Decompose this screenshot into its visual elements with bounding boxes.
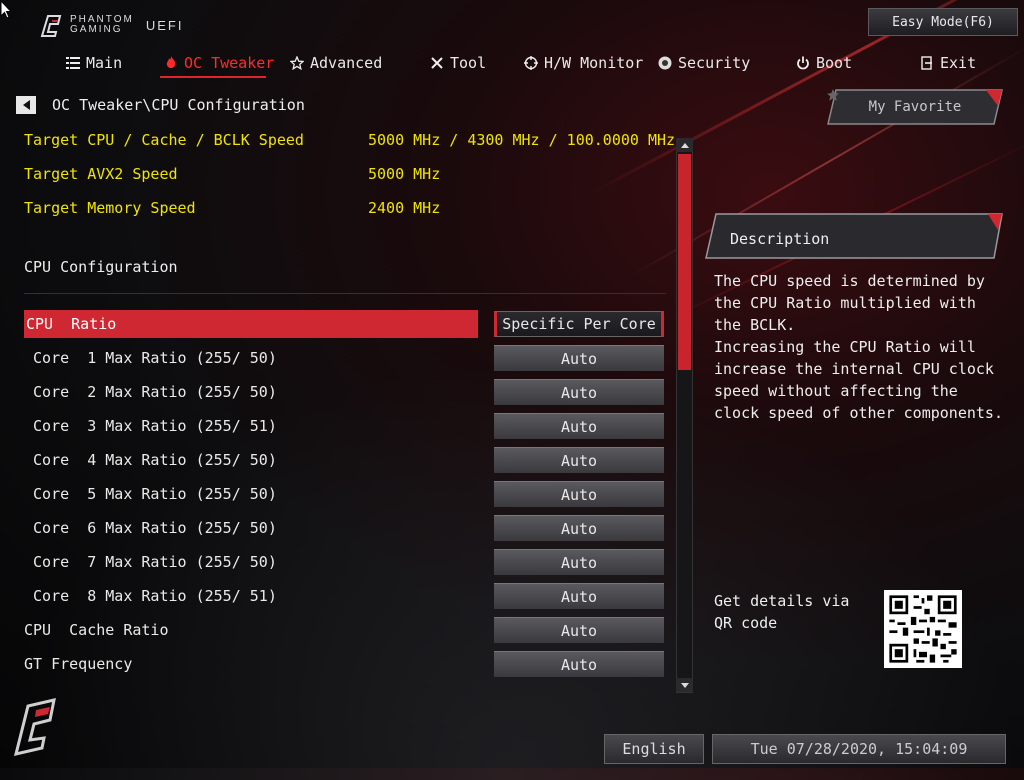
tab-security[interactable]: Security [658, 48, 750, 78]
description-title: Description [730, 230, 830, 248]
info-label: Target CPU / Cache / BCLK Speed [24, 131, 304, 149]
setting-value-dropdown[interactable]: Specific Per Core [494, 311, 664, 337]
setting-cpu-cache-ratio[interactable]: CPU Cache Ratio Auto [24, 616, 664, 644]
datetime-display: Tue 07/28/2020, 15:04:09 [712, 734, 1006, 764]
setting-value-dropdown[interactable]: Auto [494, 617, 664, 643]
exit-icon [921, 56, 932, 70]
mouse-cursor-icon [0, 0, 12, 19]
back-arrow-icon [22, 100, 30, 110]
info-value: 5000 MHz [368, 165, 441, 183]
description-header: Description [704, 212, 1004, 262]
scroll-up-button[interactable] [676, 138, 693, 152]
active-tab-underline [160, 76, 266, 78]
setting-value-dropdown[interactable]: Auto [494, 481, 664, 507]
tab-exit[interactable]: Exit [920, 48, 976, 78]
tab-label: OC Tweaker [184, 54, 275, 72]
setting-core2-max-ratio[interactable]: Core 2 Max Ratio (255/ 50) Auto [24, 378, 664, 406]
crosshair-icon [524, 56, 538, 70]
setting-label: CPU Cache Ratio [24, 621, 169, 639]
setting-gt-frequency[interactable]: GT Frequency Auto [24, 650, 664, 678]
back-button[interactable] [16, 96, 36, 114]
tab-main[interactable]: Main [66, 48, 122, 78]
breadcrumb: OC Tweaker\CPU Configuration [52, 96, 305, 114]
setting-cpu-ratio[interactable]: CPU Ratio Specific Per Core [24, 310, 664, 338]
setting-core7-max-ratio[interactable]: Core 7 Max Ratio (255/ 50) Auto [24, 548, 664, 576]
info-value: 5000 MHz / 4300 MHz / 100.0000 MHz [368, 131, 676, 149]
easy-mode-button[interactable]: Easy Mode(F6) [868, 8, 1018, 36]
qr-code-icon [884, 590, 962, 668]
setting-core1-max-ratio[interactable]: Core 1 Max Ratio (255/ 50) Auto [24, 344, 664, 372]
setting-value-dropdown[interactable]: Auto [494, 413, 664, 439]
info-label: Target Memory Speed [24, 199, 196, 217]
phantom-gaming-logo-icon [13, 698, 56, 757]
setting-core6-max-ratio[interactable]: Core 6 Max Ratio (255/ 50) Auto [24, 514, 664, 542]
setting-core3-max-ratio[interactable]: Core 3 Max Ratio (255/ 51) Auto [24, 412, 664, 440]
setting-value-dropdown[interactable]: Auto [494, 379, 664, 405]
section-divider [24, 293, 666, 294]
language-button[interactable]: English [604, 734, 704, 764]
tab-advanced[interactable]: Advanced [290, 48, 382, 78]
tools-icon [431, 57, 443, 69]
scroll-down-button[interactable] [676, 678, 693, 692]
list-icon [66, 57, 80, 69]
description-paragraph: The CPU speed is determined by the CPU R… [714, 272, 985, 334]
setting-value-dropdown[interactable]: Auto [494, 345, 664, 371]
flame-icon [166, 56, 176, 68]
setting-label: Core 4 Max Ratio (255/ 50) [24, 451, 277, 469]
phantom-gaming-logo-icon [40, 15, 62, 37]
info-label: Target AVX2 Speed [24, 165, 178, 183]
brand-uefi: UEFI [145, 17, 184, 33]
qr-caption: Get details via QR code [714, 592, 850, 632]
setting-value-dropdown[interactable]: Auto [494, 515, 664, 541]
info-value: 2400 MHz [368, 199, 441, 217]
scrollbar-thumb[interactable] [678, 154, 691, 370]
setting-label: CPU Ratio [24, 310, 478, 338]
tab-oc-tweaker[interactable]: OC Tweaker [164, 48, 274, 78]
setting-label: Core 2 Max Ratio (255/ 50) [24, 383, 277, 401]
setting-core4-max-ratio[interactable]: Core 4 Max Ratio (255/ 50) Auto [24, 446, 664, 474]
star-icon [290, 56, 304, 70]
section-title: CPU Configuration [24, 258, 178, 276]
setting-label: GT Frequency [24, 655, 133, 673]
my-favorite-label: My Favorite [826, 88, 1004, 126]
tab-label: Tool [450, 54, 487, 72]
setting-label: Core 8 Max Ratio (255/ 51) [24, 587, 277, 605]
arrow-up-icon [680, 142, 689, 148]
setting-core8-max-ratio[interactable]: Core 8 Max Ratio (255/ 51) Auto [24, 582, 664, 610]
shield-icon [658, 56, 672, 70]
setting-label: Core 5 Max Ratio (255/ 50) [24, 485, 277, 503]
setting-value-dropdown[interactable]: Auto [494, 583, 664, 609]
my-favorite-button[interactable]: My Favorite [826, 88, 1004, 126]
tab-tool[interactable]: Tool [430, 48, 486, 78]
description-paragraph: Increasing the CPU Ratio will increase t… [714, 338, 1003, 422]
setting-value-dropdown[interactable]: Auto [494, 651, 664, 677]
brand-logo: PHANTOM GAMING UEFI [38, 12, 183, 38]
description-text: The CPU speed is determined by the CPU R… [714, 270, 1004, 424]
setting-label: Core 3 Max Ratio (255/ 51) [24, 417, 277, 435]
arrow-down-icon [680, 682, 689, 688]
setting-label: Core 6 Max Ratio (255/ 50) [24, 519, 277, 537]
tab-label: Advanced [310, 54, 383, 72]
setting-core5-max-ratio[interactable]: Core 5 Max Ratio (255/ 50) Auto [24, 480, 664, 508]
tab-label: H/W Monitor [544, 54, 644, 72]
brand-name: PHANTOM GAMING [70, 14, 134, 35]
setting-label: Core 7 Max Ratio (255/ 50) [24, 553, 277, 571]
tab-boot[interactable]: Boot [796, 48, 852, 78]
setting-value-dropdown[interactable]: Auto [494, 549, 664, 575]
tab-label: Boot [816, 54, 853, 72]
setting-label: Core 1 Max Ratio (255/ 50) [24, 349, 277, 367]
setting-value-dropdown[interactable]: Auto [494, 447, 664, 473]
tab-hw-monitor[interactable]: H/W Monitor [524, 48, 643, 78]
tab-label: Security [678, 54, 751, 72]
main-nav: Main OC Tweaker Advanced Tool H/W Monito… [0, 48, 1024, 80]
tab-label: Exit [940, 54, 977, 72]
star-icon [827, 89, 839, 101]
tab-label: Main [86, 54, 123, 72]
power-icon [797, 56, 809, 70]
